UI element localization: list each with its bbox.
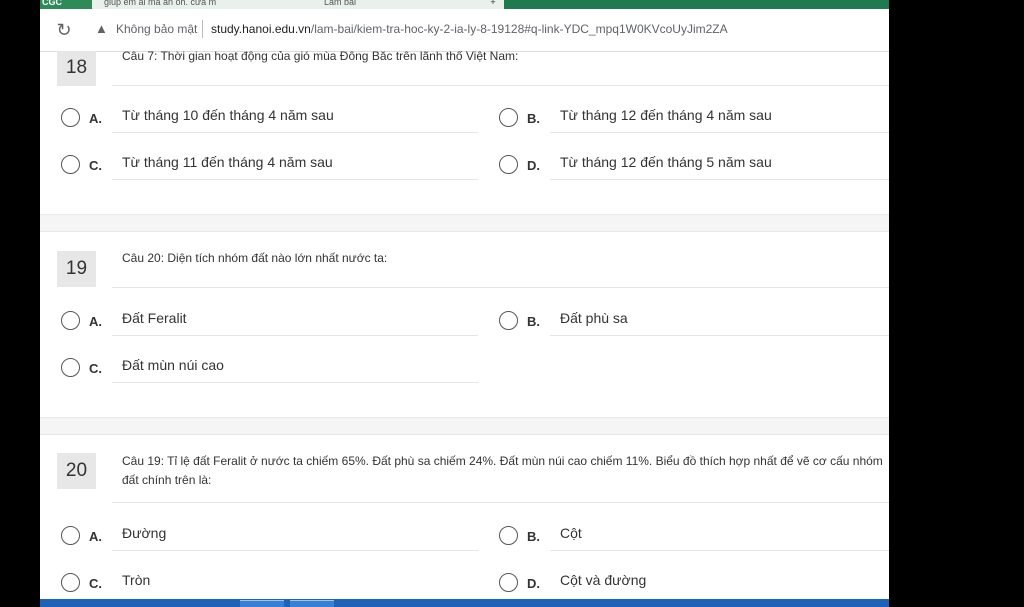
option-text: Đất Feralit (122, 310, 187, 326)
tab-lam-bai[interactable]: Làm bài (310, 0, 504, 9)
option-underline (550, 550, 889, 551)
option-underline (550, 179, 889, 180)
option-letter: A. (89, 529, 102, 544)
radio-option-a[interactable] (61, 526, 80, 545)
option-text: Đường (122, 525, 167, 541)
option-letter: B. (527, 111, 540, 126)
option-letter: D. (527, 158, 540, 173)
tab-strip: CGC giúp em ài mà ăn oh. cửa m Làm bài + (40, 0, 889, 9)
option-text: Từ tháng 10 đến tháng 4 năm sau (122, 107, 334, 123)
option-underline (112, 382, 478, 383)
option-underline (112, 132, 478, 133)
option-underline (112, 335, 478, 336)
option-text: Từ tháng 12 đến tháng 5 năm sau (560, 154, 772, 170)
radio-option-c[interactable] (61, 155, 80, 174)
option-underline (112, 550, 478, 551)
question-text: Câu 7: Thời gian hoạt động của gió mùa Đ… (122, 51, 519, 63)
url-field[interactable]: study.hanoi.edu.vn/lam-bai/kiem-tra-hoc-… (211, 22, 728, 36)
option-underline (112, 179, 478, 180)
option-letter: A. (89, 111, 102, 126)
question-number: 19 (57, 251, 96, 287)
question-number: 18 (57, 51, 96, 86)
warning-icon[interactable]: ▲ (95, 21, 108, 36)
browser-window: CGC giúp em ài mà ăn oh. cửa m Làm bài +… (40, 0, 889, 607)
security-status[interactable]: Không bảo mật (116, 22, 197, 36)
new-tab-button[interactable]: + (487, 0, 499, 9)
address-bar: ↻ ▲ Không bảo mật study.hanoi.edu.vn/lam… (40, 9, 889, 52)
site-logo: CGC (40, 0, 92, 9)
address-separator (202, 20, 203, 38)
tab-giup-em[interactable]: giúp em ài mà ăn oh. cửa m (92, 0, 314, 9)
radio-option-c[interactable] (61, 358, 80, 377)
option-letter: C. (89, 361, 102, 376)
question-text: Câu 20: Diện tích nhóm đất nào lớn nhất … (122, 251, 388, 265)
reload-icon[interactable]: ↻ (54, 20, 74, 40)
option-letter: C. (89, 576, 102, 591)
question-block-19: 19 Câu 20: Diện tích nhóm đất nào lớn nh… (40, 232, 889, 418)
radio-option-a[interactable] (61, 311, 80, 330)
quiz-content: 18 Câu 7: Thời gian hoạt động của gió mù… (40, 51, 889, 599)
question-block-18: 18 Câu 7: Thời gian hoạt động của gió mù… (40, 51, 889, 215)
option-underline (550, 335, 889, 336)
option-text: Cột và đường (560, 572, 647, 588)
option-text: Đất phù sa (560, 310, 628, 326)
option-letter: A. (89, 314, 102, 329)
url-host: study.hanoi.edu.vn (211, 22, 311, 36)
question-underline (112, 85, 889, 86)
question-divider (40, 214, 889, 232)
option-underline (550, 132, 889, 133)
question-text: Câu 19: Tỉ lệ đất Feralit ở nước ta chiế… (122, 454, 883, 487)
option-letter: C. (89, 158, 102, 173)
option-letter: B. (527, 529, 540, 544)
option-letter: D. (527, 576, 540, 591)
option-text: Cột (560, 525, 582, 541)
radio-option-b[interactable] (499, 311, 518, 330)
radio-option-d[interactable] (499, 573, 518, 592)
question-block-20: 20 Câu 19: Tỉ lệ đất Feralit ở nước ta c… (40, 435, 889, 599)
option-text: Từ tháng 11 đến tháng 4 năm sau (122, 154, 333, 170)
option-letter: B. (527, 314, 540, 329)
option-text: Đất mùn núi cao (122, 357, 224, 373)
option-text: Tròn (122, 572, 151, 588)
taskbar-app[interactable] (240, 600, 284, 607)
question-underline (112, 502, 889, 503)
url-path: /lam-bai/kiem-tra-hoc-ky-2-ia-ly-8-19128… (310, 22, 728, 36)
radio-option-c[interactable] (61, 573, 80, 592)
radio-option-a[interactable] (61, 108, 80, 127)
radio-option-d[interactable] (499, 155, 518, 174)
question-divider (40, 417, 889, 435)
radio-option-b[interactable] (499, 526, 518, 545)
option-text: Từ tháng 12 đến tháng 4 năm sau (560, 107, 772, 123)
question-underline (112, 287, 889, 288)
taskbar (40, 599, 889, 607)
radio-option-b[interactable] (499, 108, 518, 127)
question-number: 20 (57, 453, 96, 489)
taskbar-app[interactable] (290, 600, 334, 607)
